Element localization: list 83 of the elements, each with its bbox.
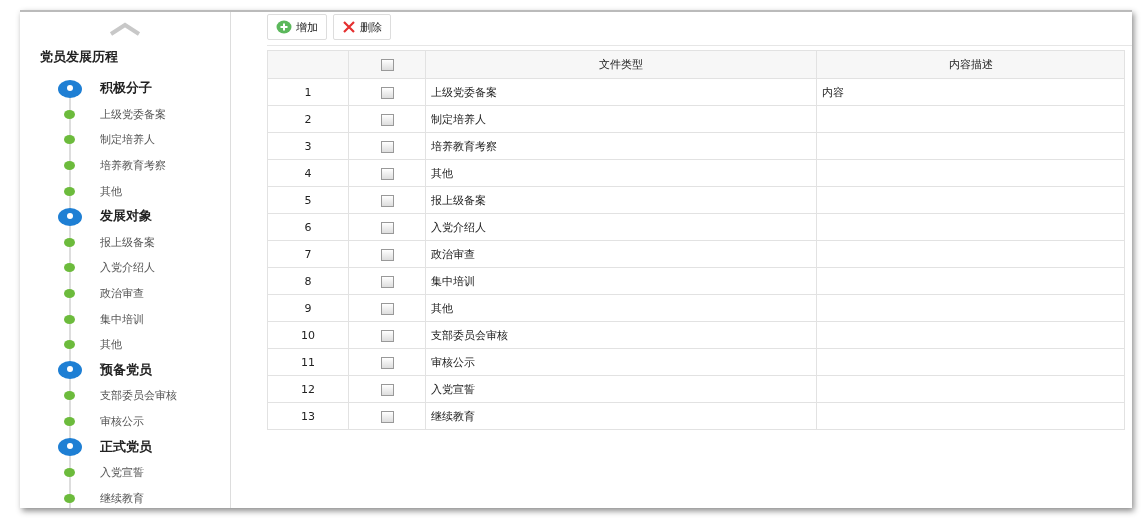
- row-number: 13: [301, 409, 315, 423]
- row-number: 10: [301, 328, 315, 342]
- cross-icon: [342, 20, 356, 34]
- select-all-checkbox[interactable]: [380, 59, 394, 71]
- table-cell: 入党介绍人: [431, 220, 486, 234]
- row-checkbox[interactable]: [380, 113, 394, 126]
- row-number: 5: [304, 193, 312, 207]
- sidebar-title: 党员发展历程: [39, 48, 119, 66]
- timeline-stage[interactable]: 预备党员: [100, 361, 152, 379]
- step-dot-icon: [64, 468, 75, 478]
- add-button[interactable]: 增加: [267, 14, 327, 40]
- row-number: 6: [304, 220, 312, 234]
- row-checkbox[interactable]: [380, 140, 394, 153]
- row-number: 7: [304, 247, 312, 261]
- column-header[interactable]: 文件类型: [599, 58, 643, 71]
- step-dot-icon: [64, 161, 75, 171]
- step-dot-icon: [64, 289, 75, 299]
- step-dot-icon: [64, 417, 75, 426]
- timeline-step[interactable]: 其他: [100, 183, 122, 199]
- step-dot-icon: [64, 237, 75, 247]
- row-number: 12: [301, 382, 315, 396]
- timeline-step[interactable]: 政治审查: [100, 286, 144, 302]
- table-cell: 审核公示: [431, 355, 475, 369]
- timeline-stage[interactable]: 正式党员: [100, 438, 152, 456]
- row-number: 3: [304, 139, 312, 153]
- table-cell: 政治审查: [431, 247, 475, 261]
- row-checkbox[interactable]: [380, 356, 394, 369]
- timeline-step[interactable]: 集中培训: [100, 311, 144, 327]
- row-checkbox[interactable]: [380, 329, 394, 342]
- table-cell: 继续教育: [431, 409, 475, 423]
- timeline-step[interactable]: 上级党委备案: [100, 106, 166, 122]
- row-checkbox[interactable]: [380, 194, 394, 207]
- column-header[interactable]: 内容描述: [948, 58, 993, 71]
- row-number: 11: [301, 355, 315, 369]
- row-number: 4: [304, 166, 312, 180]
- timeline-step[interactable]: 报上级备案: [100, 234, 155, 250]
- timeline-stage[interactable]: 积极分子: [100, 80, 152, 98]
- row-number: 9: [304, 301, 312, 315]
- table-cell: 支部委员会审核: [431, 328, 508, 342]
- timeline-step[interactable]: 入党介绍人: [100, 260, 155, 276]
- table-cell: 制定培养人: [431, 112, 486, 126]
- step-dot-icon: [64, 493, 75, 503]
- table-cell: 培养教育考察: [431, 139, 497, 153]
- step-dot-icon: [64, 135, 75, 145]
- step-dot-icon: [64, 391, 75, 401]
- table-cell: 报上级备案: [431, 193, 486, 207]
- location-pin-icon: [57, 437, 83, 458]
- timeline-step[interactable]: 入党宣誓: [100, 465, 144, 481]
- step-dot-icon: [64, 314, 75, 324]
- table-cell: 集中培训: [431, 274, 475, 288]
- row-checkbox[interactable]: [380, 275, 394, 288]
- table-cell: 其他: [431, 301, 453, 315]
- table-cell: 入党宣誓: [431, 382, 475, 396]
- plus-circle-icon: [276, 20, 292, 34]
- row-checkbox[interactable]: [380, 248, 394, 261]
- location-pin-icon: [57, 206, 83, 227]
- table-cell: 其他: [431, 166, 453, 180]
- step-dot-icon: [64, 109, 75, 119]
- row-checkbox[interactable]: [380, 410, 394, 423]
- step-dot-icon: [64, 340, 75, 350]
- row-number: 8: [304, 274, 312, 288]
- table-cell: 内容: [822, 85, 844, 99]
- row-number: 1: [304, 85, 312, 99]
- delete-button[interactable]: 删除: [333, 14, 391, 40]
- table-cell: 上级党委备案: [431, 85, 497, 99]
- timeline-step[interactable]: 继续教育: [100, 490, 144, 506]
- timeline-stage[interactable]: 发展对象: [100, 208, 152, 226]
- step-dot-icon: [64, 263, 75, 273]
- row-checkbox[interactable]: [380, 302, 394, 315]
- location-pin-icon: [57, 360, 83, 381]
- row-checkbox[interactable]: [380, 167, 394, 180]
- row-checkbox[interactable]: [380, 383, 394, 396]
- timeline-step[interactable]: 制定培养人: [100, 132, 155, 148]
- timeline-step[interactable]: 培养教育考察: [100, 158, 166, 174]
- location-pin-icon: [57, 78, 83, 99]
- row-number: 2: [304, 112, 312, 126]
- timeline-step[interactable]: 支部委员会审核: [100, 388, 177, 404]
- chevron-up-icon[interactable]: [108, 22, 142, 36]
- row-checkbox[interactable]: [380, 86, 394, 99]
- timeline-step[interactable]: 其他: [100, 337, 122, 353]
- timeline-step[interactable]: 审核公示: [100, 414, 144, 429]
- row-checkbox[interactable]: [380, 221, 394, 234]
- step-dot-icon: [64, 186, 75, 196]
